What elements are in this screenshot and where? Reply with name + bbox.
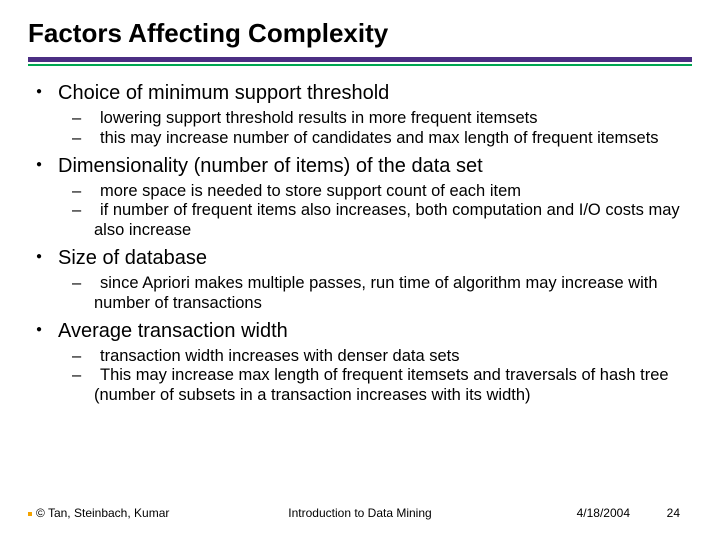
sub-text: this may increase number of candidates a… [94,129,659,147]
sub-text: This may increase max length of frequent… [94,366,669,404]
sub-text: since Apriori makes multiple passes, run… [94,274,658,312]
list-item: since Apriori makes multiple passes, run… [58,274,686,314]
sub-text: lowering support threshold results in mo… [94,109,537,127]
sub-list: since Apriori makes multiple passes, run… [58,274,686,314]
list-item: lowering support threshold results in mo… [58,109,686,129]
bullet-list: Choice of minimum support threshold lowe… [34,81,686,406]
list-item: if number of frequent items also increas… [58,201,686,241]
bullet-text: Choice of minimum support threshold [58,82,389,104]
sub-list: lowering support threshold results in mo… [58,109,686,149]
footer-date: 4/18/2004 [577,506,630,520]
bullet-text: Average transaction width [58,320,288,342]
list-item: Dimensionality (number of items) of the … [34,154,686,241]
footer-page-number: 24 [667,506,680,520]
sub-text: transaction width increases with denser … [94,347,460,365]
slide-content: Choice of minimum support threshold lowe… [28,66,692,406]
sub-list: transaction width increases with denser … [58,347,686,406]
slide: Factors Affecting Complexity Choice of m… [0,0,720,540]
slide-footer: © Tan, Steinbach, Kumar Introduction to … [0,506,720,526]
sub-text: more space is needed to store support co… [94,182,521,200]
list-item: This may increase max length of frequent… [58,366,686,406]
list-item: Size of database since Apriori makes mul… [34,246,686,314]
title-rule-thick [28,57,692,62]
list-item: this may increase number of candidates a… [58,129,686,149]
sub-text: if number of frequent items also increas… [94,201,680,239]
sub-list: more space is needed to store support co… [58,182,686,241]
list-item: more space is needed to store support co… [58,182,686,202]
list-item: Choice of minimum support threshold lowe… [34,81,686,149]
bullet-text: Size of database [58,247,207,269]
bullet-text: Dimensionality (number of items) of the … [58,155,483,177]
list-item: Average transaction width transaction wi… [34,319,686,406]
slide-title: Factors Affecting Complexity [28,18,692,49]
list-item: transaction width increases with denser … [58,347,686,367]
